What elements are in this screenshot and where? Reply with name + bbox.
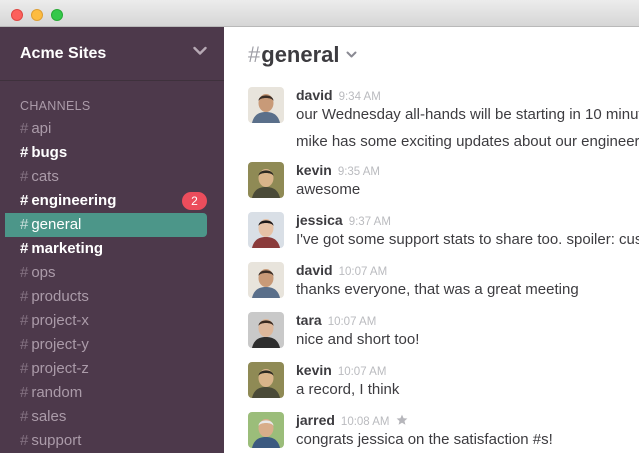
channel-hash: # [20,144,29,161]
channel-title[interactable]: #general [248,42,340,68]
chevron-down-icon[interactable] [193,46,207,56]
message-timestamp[interactable]: 10:07 AM [339,266,388,278]
message-author[interactable]: kevin [296,362,332,378]
sidebar-item-label: cats [31,168,59,185]
message-text: a record, I think [296,381,400,398]
minimize-window-button[interactable] [31,9,43,21]
sidebar-item-products[interactable]: # products [5,285,207,309]
avatar[interactable] [248,362,284,398]
team-menu[interactable]: Acme Sites [0,27,224,81]
channel-hash: # [20,288,29,305]
sidebar-item-label: products [31,288,89,305]
avatar[interactable] [248,87,284,123]
message-text: nice and short too! [296,331,420,348]
message-header: david 10:07 AM [296,262,387,278]
message-text: mike has some exciting updates about our… [296,133,639,150]
channel-hash: # [20,408,29,425]
channel-hash: # [20,432,29,449]
close-window-button[interactable] [11,9,23,21]
message-text: congrats jessica on the satisfaction #s! [296,431,553,448]
sidebar-item-support[interactable]: # support [5,429,207,453]
sidebar-item-cats[interactable]: # cats [5,165,207,189]
channel-hash: # [20,240,29,257]
channels-section-label[interactable]: CHANNELS [20,99,90,113]
channel-hash: # [20,360,29,377]
channel-hash: # [20,312,29,329]
message-timestamp[interactable]: 9:34 AM [339,91,381,103]
sidebar-item-label: random [31,384,83,401]
message-author[interactable]: david [296,262,333,278]
message-author[interactable]: david [296,87,333,103]
channel-hash: # [20,168,29,185]
message-header: tara 10:07 AM [296,312,376,328]
sidebar-item-label: api [31,120,52,137]
chevron-down-icon[interactable] [346,51,357,59]
channel-hash: # [20,120,29,137]
message-author[interactable]: jarred [296,412,335,428]
message-author[interactable]: jessica [296,212,343,228]
message-pane: #general david 9:34 AM our Wednesday all-h… [224,27,639,453]
avatar[interactable] [248,412,284,448]
sidebar-item-label: support [31,432,82,449]
message-text: thanks everyone, that was a great meetin… [296,281,579,298]
channel-hash: # [248,42,261,67]
sidebar-item-project-z[interactable]: # project-z [5,357,207,381]
message-timestamp[interactable]: 10:08 AM [341,416,390,428]
sidebar-item-label: project-z [31,360,89,377]
message-header: jarred 10:08 AM [296,412,408,428]
sidebar-item-label: project-y [31,336,89,353]
message-header: kevin 9:35 AM [296,162,380,178]
sidebar-item-label: sales [31,408,67,425]
channel-hash: # [20,264,29,281]
message-header: jessica 9:37 AM [296,212,391,228]
message-author[interactable]: kevin [296,162,332,178]
sidebar-item-label: ops [31,264,56,281]
message-text: awesome [296,181,361,198]
sidebar-item-ops[interactable]: # ops [5,261,207,285]
team-name: Acme Sites [20,45,107,62]
star-icon[interactable] [396,414,408,426]
avatar[interactable] [248,312,284,348]
unread-badge: 2 [182,192,207,210]
sidebar-item-sales[interactable]: # sales [5,405,207,429]
sidebar-item-marketing[interactable]: # marketing [5,237,207,261]
sidebar-item-project-y[interactable]: # project-y [5,333,207,357]
message-timestamp[interactable]: 10:07 AM [328,316,377,328]
sidebar-item-general[interactable]: # general [5,213,207,237]
sidebar-item-project-x[interactable]: # project-x [5,309,207,333]
sidebar-item-label: bugs [31,144,68,161]
sidebar-item-bugs[interactable]: # bugs [5,141,207,165]
message-timestamp[interactable]: 9:35 AM [338,166,380,178]
avatar[interactable] [248,162,284,198]
window-titlebar [0,0,639,27]
message-header: david 9:34 AM [296,87,381,103]
message-text: our Wednesday all-hands will be starting… [296,106,639,123]
sidebar-item-engineering[interactable]: # engineering 2 [5,189,207,213]
message-header: kevin 10:07 AM [296,362,386,378]
channel-hash: # [20,336,29,353]
sidebar-item-random[interactable]: # random [5,381,207,405]
message-timestamp[interactable]: 9:37 AM [349,216,391,228]
channel-hash: # [20,192,29,209]
avatar[interactable] [248,212,284,248]
message-timestamp[interactable]: 10:07 AM [338,366,387,378]
sidebar-item-label: project-x [31,312,89,329]
sidebar-item-api[interactable]: # api [5,117,207,141]
message-author[interactable]: tara [296,312,322,328]
sidebar: Acme Sites CHANNELS # api # bugs # cats # engin… [0,27,224,453]
message-text: I've got some support stats to share too… [296,231,639,248]
channel-hash: # [20,384,29,401]
avatar[interactable] [248,262,284,298]
sidebar-item-label: marketing [31,240,104,257]
sidebar-item-label: engineering [31,192,117,209]
sidebar-item-label: general [31,216,82,233]
message-list: david 9:34 AM our Wednesday all-hands will… [224,87,639,453]
zoom-window-button[interactable] [51,9,63,21]
channel-hash: # [20,216,29,233]
channel-name: general [261,42,340,67]
